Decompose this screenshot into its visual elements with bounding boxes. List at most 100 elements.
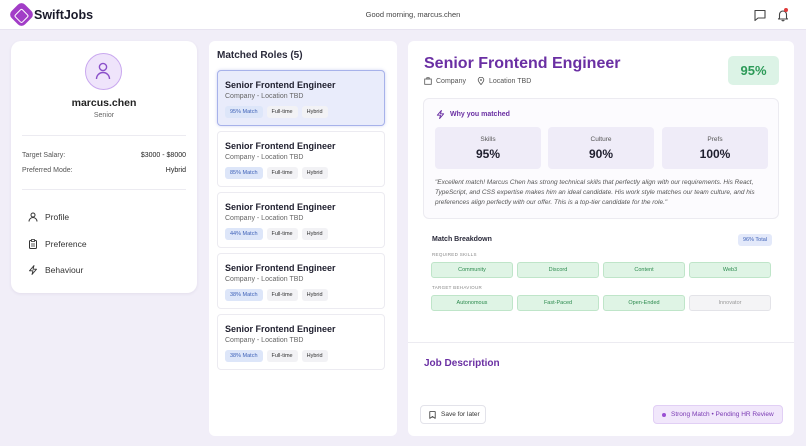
status-text: Strong Match • Pending HR Review <box>671 411 774 418</box>
profile-level: Senior <box>93 112 115 119</box>
user-icon <box>95 62 111 80</box>
salary-row: Target Salary: $3000 - $8000 <box>22 152 186 159</box>
behaviour-chip: Innovator <box>689 295 771 311</box>
job-detail-panel: Senior Frontend Engineer Company Locatio… <box>408 41 794 436</box>
stat-label: Prefs <box>707 136 723 143</box>
salary-label: Target Salary: <box>22 152 66 159</box>
lightning-icon <box>436 110 445 119</box>
match-badge: 85% Match <box>225 167 263 179</box>
match-badge: 44% Match <box>225 228 263 240</box>
why-matched-card: Why you matched Skills 95% Culture 90% P… <box>423 98 779 219</box>
role-subtitle: Company - Location TBD <box>225 276 304 283</box>
greeting-text: Good morning, marcus.chen <box>365 10 461 19</box>
message-icon[interactable] <box>753 8 767 22</box>
save-for-later-button[interactable]: Save for later <box>420 405 486 424</box>
nav-item-preference[interactable]: Preference <box>28 239 87 249</box>
company-name: Company <box>436 77 466 85</box>
stat-culture: Culture 90% <box>548 127 654 169</box>
notification-badge <box>784 8 788 12</box>
match-badge: 38% Match <box>225 350 263 362</box>
match-summary-quote: "Excellent match! Marcus Chen has strong… <box>435 179 755 207</box>
type-tag: Full-time <box>266 167 298 179</box>
match-score-badge: 95% <box>728 56 779 85</box>
type-tag: Full-time <box>266 289 298 301</box>
role-subtitle: Company - Location TBD <box>225 154 304 161</box>
divider <box>22 189 186 190</box>
user-icon <box>28 212 38 222</box>
why-matched-heading: Why you matched <box>436 110 510 119</box>
match-badge: 38% Match <box>225 289 263 301</box>
role-title: Senior Frontend Engineer <box>225 324 336 334</box>
role-subtitle: Company - Location TBD <box>225 93 304 100</box>
behaviour-chip: Autonomous <box>431 295 513 311</box>
mode-tag: Hybrid <box>301 228 328 240</box>
role-card[interactable]: Senior Frontend Engineer Company - Locat… <box>217 131 385 187</box>
nav-item-behaviour[interactable]: Behaviour <box>28 265 83 275</box>
divider <box>408 342 794 343</box>
role-card[interactable]: Senior Frontend Engineer Company - Locat… <box>217 253 385 309</box>
bookmark-icon <box>429 410 436 419</box>
nav-item-label: Behaviour <box>45 265 84 275</box>
nav-item-label: Preference <box>45 239 87 249</box>
mode-tag: Hybrid <box>301 289 328 301</box>
mode-value: Hybrid <box>165 167 186 174</box>
building-icon <box>424 77 432 85</box>
stat-label: Skills <box>480 136 496 143</box>
stat-prefs: Prefs 100% <box>662 127 768 169</box>
location-pin-icon <box>477 77 485 85</box>
mode-tag: Hybrid <box>301 106 328 118</box>
role-title: Senior Frontend Engineer <box>225 202 336 212</box>
role-card[interactable]: Senior Frontend Engineer Company - Locat… <box>217 70 385 126</box>
stat-skills: Skills 95% <box>435 127 541 169</box>
nav-item-profile[interactable]: Profile <box>28 212 69 222</box>
divider <box>22 135 186 136</box>
job-location: Location TBD <box>488 77 532 85</box>
mode-label: Preferred Mode: <box>22 167 73 174</box>
skill-chip: Discord <box>517 262 599 278</box>
profile-name: marcus.chen <box>71 97 137 109</box>
stat-label: Culture <box>590 136 612 143</box>
roles-title: Matched Roles (5) <box>217 50 303 61</box>
mode-tag: Hybrid <box>301 350 328 362</box>
why-matched-title: Why you matched <box>450 111 510 118</box>
match-breakdown: Match Breakdown 96% Total REQUIRED SKILL… <box>423 227 779 321</box>
role-subtitle: Company - Location TBD <box>225 215 304 222</box>
required-skills-label: REQUIRED SKILLS <box>432 252 477 257</box>
clipboard-icon <box>29 239 37 249</box>
skill-chip: Community <box>431 262 513 278</box>
salary-value: $3000 - $8000 <box>140 152 186 159</box>
type-tag: Full-time <box>266 228 298 240</box>
role-title: Senior Frontend Engineer <box>225 80 336 90</box>
behaviour-chip: Fast-Paced <box>517 295 599 311</box>
save-label: Save for later <box>441 411 480 418</box>
job-description-heading: Job Description <box>424 358 500 369</box>
skill-chip: Web3 <box>689 262 771 278</box>
mode-row: Preferred Mode: Hybrid <box>22 167 186 174</box>
status-badge: Strong Match • Pending HR Review <box>653 405 783 424</box>
total-badge: 96% Total <box>738 234 773 246</box>
type-tag: Full-time <box>266 350 298 362</box>
role-card[interactable]: Senior Frontend Engineer Company - Locat… <box>217 192 385 248</box>
stat-value: 95% <box>475 147 501 161</box>
skill-chip: Content <box>603 262 685 278</box>
stat-value: 100% <box>699 147 731 161</box>
target-behaviour-label: TARGET BEHAVIOUR <box>432 285 483 290</box>
lightning-icon <box>29 265 37 275</box>
status-dot-icon <box>662 412 666 417</box>
job-title: Senior Frontend Engineer <box>424 55 621 72</box>
top-bar: SwiftJobs Good morning, marcus.chen <box>0 0 806 30</box>
stat-value: 90% <box>588 147 614 161</box>
avatar[interactable] <box>85 53 122 90</box>
match-badge: 95% Match <box>225 106 263 118</box>
type-tag: Full-time <box>266 106 298 118</box>
breakdown-title: Match Breakdown <box>432 236 492 243</box>
nav-item-label: Profile <box>45 212 70 222</box>
job-meta: Company Location TBD <box>424 77 531 85</box>
role-title: Senior Frontend Engineer <box>225 263 336 273</box>
role-card[interactable]: Senior Frontend Engineer Company - Locat… <box>217 314 385 370</box>
matched-roles-panel: Matched Roles (5) Senior Frontend Engine… <box>209 41 397 436</box>
role-subtitle: Company - Location TBD <box>225 337 304 344</box>
mode-tag: Hybrid <box>301 167 328 179</box>
role-title: Senior Frontend Engineer <box>225 141 336 151</box>
behaviour-chip: Open-Ended <box>603 295 685 311</box>
